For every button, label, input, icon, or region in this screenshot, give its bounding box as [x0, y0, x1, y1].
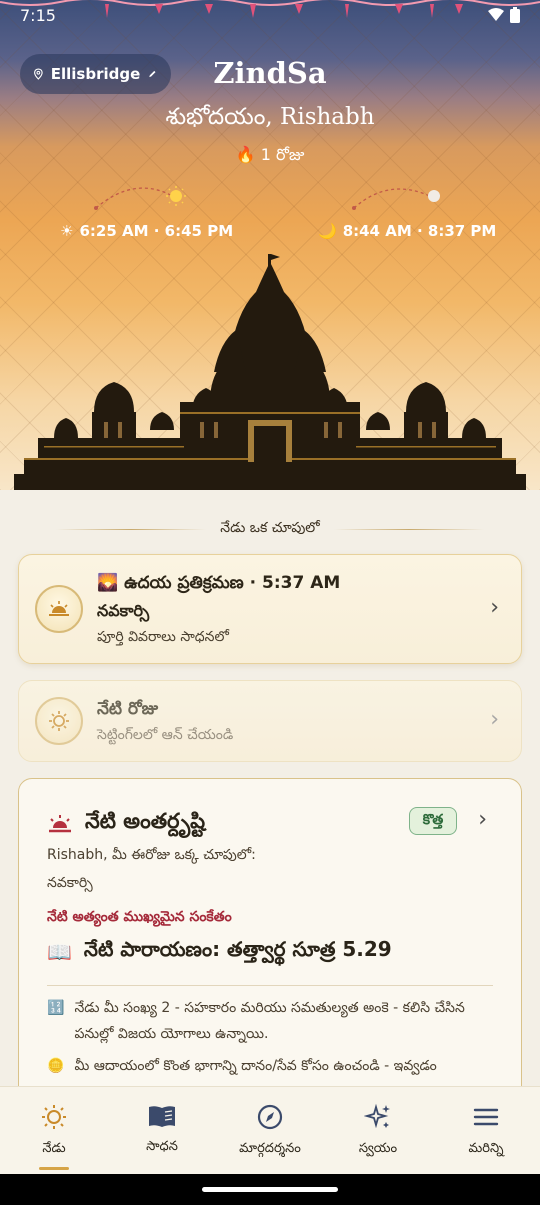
wifi-icon [488, 8, 504, 21]
app-title: ZindSa [213, 56, 327, 90]
insight-title: నేటి అంతర్దృష్టి [85, 809, 206, 833]
fast-subtitle: సెట్టింగ్‌లలో ఆన్ చేయండి [97, 727, 234, 743]
nav-sadhana-label: సాధన [146, 1139, 178, 1154]
sparkles-icon [364, 1103, 390, 1129]
divider-line [333, 529, 484, 530]
system-navigation-bar [0, 1174, 540, 1205]
sunrise-red-icon [49, 815, 71, 833]
section-header: నేడు ఒక చూపులో [0, 520, 540, 539]
nav-more[interactable]: మరిన్ని [432, 1087, 540, 1174]
sunrise-icon: ☀ [60, 222, 74, 240]
active-indicator [39, 1167, 69, 1170]
insight-card[interactable]: నేటి అంతర్దృష్టి కొత్త › Rishabh, మీ ఈరో… [18, 778, 522, 1086]
home-gesture-handle[interactable] [202, 1187, 338, 1192]
sunrise-icon [35, 585, 83, 633]
today-fast-card[interactable]: నేటి రోజు సెట్టింగ్‌లలో ఆన్ చేయండి › [18, 680, 522, 762]
important-signal-label: నేటి అత్యంత ముఖ్యమైన సంకేతం [47, 909, 232, 925]
divider [47, 985, 493, 986]
fire-icon: 🔥 [235, 145, 256, 164]
numbers-icon: 🔢 [47, 1000, 65, 1016]
moon-times-label: 8:44 AM · 8:37 PM [342, 222, 497, 240]
settings-sun-icon [35, 697, 83, 745]
menu-icon [473, 1108, 499, 1126]
hero-banner: 7:15 Ellisbridge ZindSa శుభోదయం, Rishabh… [0, 0, 540, 490]
chevron-right-icon: › [490, 707, 499, 732]
sun-times: ☀ 6:25 AM · 6:45 PM [60, 222, 233, 240]
sunrise-emoji-icon: 🌄 [97, 573, 119, 593]
moon-times: 🌙 8:44 AM · 8:37 PM [318, 222, 496, 240]
moon-icon [428, 190, 440, 202]
pratikraman-subtitle: నవకార్సి [97, 601, 150, 620]
sun-icon [42, 1105, 66, 1129]
nav-guidance[interactable]: మార్గదర్శనం [216, 1087, 324, 1174]
nav-sadhana[interactable]: సాధన [108, 1087, 216, 1174]
open-book-icon: 📖 [47, 939, 72, 964]
nav-self-label: స్వయం [358, 1141, 398, 1156]
nav-self[interactable]: స్వయం [324, 1087, 432, 1174]
status-icons [488, 7, 520, 23]
nav-today-label: నేడు [42, 1141, 66, 1156]
pratikraman-card[interactable]: 🌄 ఉదయ ప్రతిక్రమణ · 5:37 AM నవకార్సి పూర్… [18, 554, 522, 664]
temple-illustration [14, 254, 526, 490]
donation-insight: 🪙 మీ ఆదాయంలో కొంత భాగాన్ని దానం/సేవ కోసం… [47, 1053, 497, 1079]
moon-arc [352, 188, 440, 210]
chevron-right-icon: › [490, 595, 499, 620]
today-content: నేడు ఒక చూపులో 🌄 ఉదయ ప్రతిక్రమణ · 5:37 A… [0, 490, 540, 1086]
coin-icon: 🪙 [47, 1058, 65, 1074]
insight-header: నేటి అంతర్దృష్టి [47, 809, 205, 839]
greeting-text: శుభోదయం, Rishabh [165, 104, 375, 130]
nav-more-label: మరిన్ని [468, 1141, 504, 1156]
streak-counter: 🔥 1 రోజు [0, 145, 540, 168]
pratikraman-detail: పూర్తి వివరాలు సాధనలో [97, 629, 229, 645]
nav-today[interactable]: నేడు [0, 1087, 108, 1174]
nav-guidance-label: మార్గదర్శనం [239, 1141, 301, 1156]
status-bar: 7:15 [0, 0, 540, 30]
sun-icon [166, 186, 186, 206]
pratikraman-title: 🌄 ఉదయ ప్రతిక్రమణ · 5:37 AM [97, 573, 341, 593]
fast-title: నేటి రోజు [97, 699, 159, 719]
insight-intro: Rishabh, మీ ఈరోజు ఒక్క చూపులో: [47, 847, 256, 863]
sun-times-label: 6:25 AM · 6:45 PM [79, 222, 234, 240]
streak-label: 1 రోజు [260, 145, 305, 164]
status-time: 7:15 [20, 5, 56, 25]
today-reading: 📖 నేటి పారాయణం: తత్త్వార్థ సూత్ర 5.29 [47, 937, 392, 964]
section-title: నేడు ఒక చూపులో [220, 520, 320, 536]
battery-icon [510, 7, 520, 23]
book-icon [149, 1106, 175, 1127]
divider-line [56, 529, 207, 530]
crescent-moon-icon: 🌙 [318, 222, 337, 240]
chevron-right-icon[interactable]: › [478, 807, 487, 832]
insight-fast: నవకార్సి [47, 875, 93, 891]
new-badge: కొత్త [409, 807, 457, 835]
number-insight: 🔢 నేడు మీ సంఖ్య 2 - సహకారం మరియు సమతుల్య… [47, 995, 497, 1047]
compass-icon [257, 1104, 283, 1130]
sun-arc [94, 186, 186, 210]
bottom-navigation: నేడు సాధన మార్గదర్శనం స్వయం మరిన్ని [0, 1086, 540, 1174]
